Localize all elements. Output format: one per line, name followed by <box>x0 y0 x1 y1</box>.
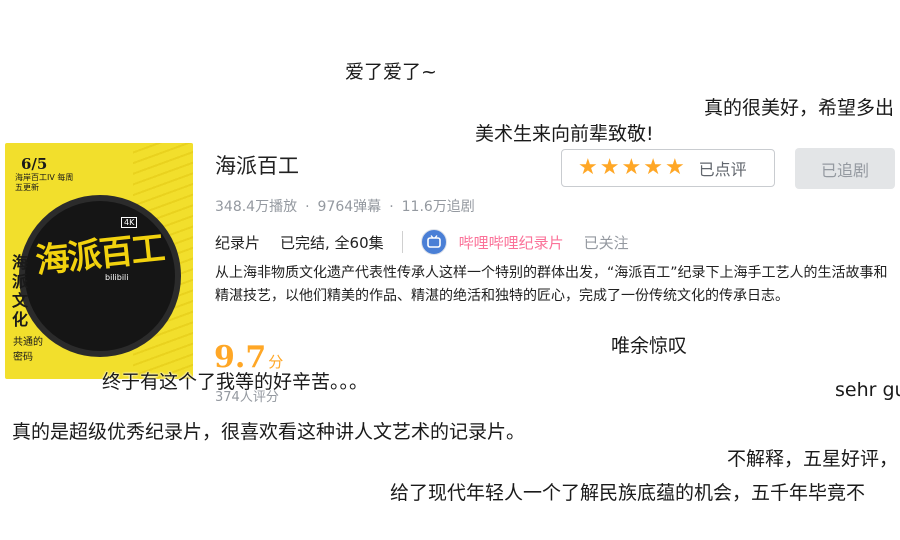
separator-dot: · <box>305 199 310 215</box>
show-title: 海派百工 <box>215 154 299 178</box>
play-count: 348.4万播放 <box>215 199 298 215</box>
danmaku-comment: 真的是超级优秀纪录片，很喜欢看这种讲人文艺术的记录片。 <box>12 421 526 443</box>
star-icon[interactable]: ★ <box>600 155 620 180</box>
danmaku-comment: 不解释，五星好评， <box>727 448 899 470</box>
star-icon[interactable]: ★ <box>643 155 663 180</box>
cover-date: 6/5 <box>21 155 48 173</box>
score-unit: 分 <box>268 353 284 371</box>
danmaku-comment: 终于有这个了我等的好辛苦。。。 <box>102 371 369 393</box>
cover-date-sub: 海岸百工IV 每周五更新 <box>15 173 74 192</box>
danmaku-count: 9764弹幕 <box>317 199 382 215</box>
episode-status: 已完结, 全60集 <box>280 233 384 252</box>
danmaku-comment: sehr gu <box>835 379 900 401</box>
show-stats: 348.4万播放 · 9764弹幕 · 11.6万追剧 <box>215 196 475 216</box>
star-icon[interactable]: ★ <box>621 155 641 180</box>
cover-vertical-text: 海派文化 <box>11 253 28 329</box>
separator-dot: · <box>389 199 394 215</box>
danmaku-comment: 真的很美好，希望多出 <box>704 97 895 119</box>
star-icon[interactable]: ★ <box>665 155 685 180</box>
danmaku-comment: 唯余惊叹 <box>611 335 688 357</box>
cover-poster[interactable]: 6/5 海岸百工IV 每周五更新 4K 海派百工 bilibili 海派文化 共… <box>5 143 193 379</box>
channel-avatar[interactable] <box>420 229 447 255</box>
rated-label: 已点评 <box>698 160 747 179</box>
danmaku-comment: 给了现代年轻人一个了解民族底蕴的机会，五千年毕竟不 <box>390 482 866 504</box>
cover-vertical-small: 共通的密码 <box>13 337 43 363</box>
rating-stars: ★★★★★ <box>578 157 687 179</box>
channel-name[interactable]: 哔哩哔哩纪录片 <box>459 232 564 253</box>
cover-producer: bilibili <box>105 273 129 282</box>
star-icon[interactable]: ★ <box>578 155 598 180</box>
tv-icon <box>426 235 441 248</box>
follow-series-button[interactable]: 已追剧 <box>795 148 895 189</box>
channel-follow-state[interactable]: 已关注 <box>584 232 629 253</box>
follow-count: 11.6万追剧 <box>401 199 475 215</box>
danmaku-comment: 爱了爱了~ <box>345 61 437 83</box>
category-tag[interactable]: 纪录片 <box>215 232 260 253</box>
rate-button[interactable]: ★★★★★ 已点评 <box>561 149 775 187</box>
divider <box>401 231 403 253</box>
danmaku-comment: 美术生来向前辈致敬! <box>475 123 654 145</box>
show-meta: 纪录片 已完结, 全60集 哔哩哔哩纪录片 已关注 <box>215 229 629 255</box>
show-description: 从上海非物质文化遗产代表性传承人这样一个特别的群体出发，“海派百工”纪录下上海手… <box>215 265 888 304</box>
